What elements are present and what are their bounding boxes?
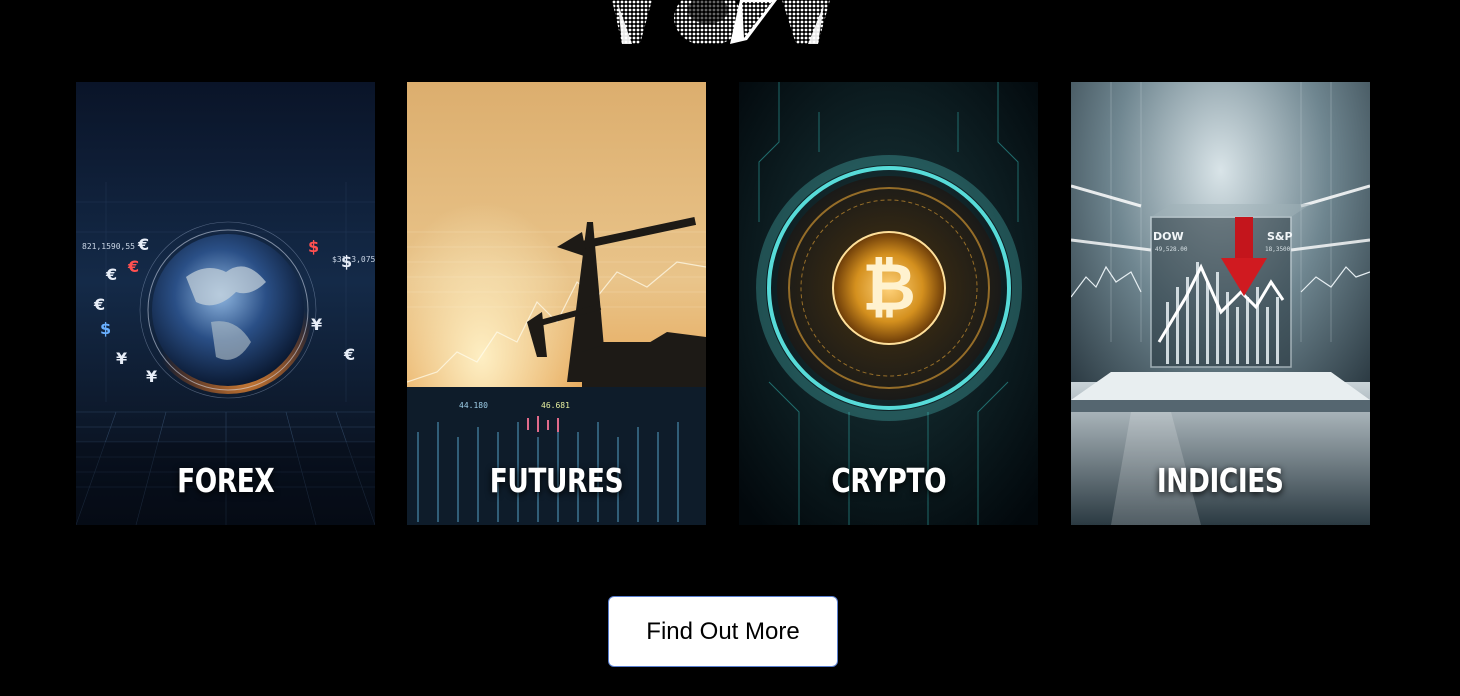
bitcoin-image: ₿ (739, 82, 1038, 525)
svg-text:$: $ (100, 319, 111, 338)
card-crypto[interactable]: ₿ CRYPTO (739, 82, 1038, 525)
svg-text:€: € (105, 265, 117, 284)
svg-text:49,528.00: 49,528.00 (1155, 246, 1188, 253)
svg-text:¥: ¥ (311, 315, 322, 334)
find-out-more-button[interactable]: Find Out More (608, 596, 838, 667)
svg-text:€: € (93, 295, 105, 314)
card-forex[interactable]: € € € $ € ¥ $ € ¥ ¥ $ 821,1590,55 $31,3,075 FOR… (76, 82, 375, 525)
svg-text:€: € (137, 235, 149, 254)
oil-pump-image: 44.180 46.681 (407, 82, 706, 525)
svg-text:€: € (343, 345, 355, 364)
svg-text:DOW: DOW (1153, 230, 1184, 243)
svg-text:¥: ¥ (116, 349, 127, 368)
svg-text:821,1590,55: 821,1590,55 (82, 242, 135, 251)
card-title: CRYPTO (831, 460, 946, 500)
svg-text:18,3500: 18,3500 (1265, 246, 1291, 253)
card-indicies[interactable]: DOW S&P 49,528.00 18,3500 INDICIES (1071, 82, 1370, 525)
index-chart-image: DOW S&P 49,528.00 18,3500 (1071, 82, 1370, 525)
svg-text:S&P: S&P (1267, 230, 1293, 243)
card-title: FOREX (176, 460, 275, 500)
svg-text:¥: ¥ (146, 367, 157, 386)
card-title-wrap: CRYPTO (739, 460, 1038, 500)
card-title: INDICIES (1157, 460, 1284, 500)
card-futures[interactable]: 44.180 46.681 FUTURES (407, 82, 706, 525)
card-title: FUTURES (489, 460, 624, 500)
card-title-wrap: FUTURES (407, 460, 706, 500)
svg-text:$: $ (308, 237, 319, 256)
brand-logo (612, 0, 830, 44)
globe-currency-image: €€€ $€¥ $€ ¥¥$ 821,1590,55 $31,3,075 (76, 82, 375, 525)
card-title-wrap: INDICIES (1071, 460, 1370, 500)
svg-text:44.180: 44.180 (459, 401, 488, 410)
svg-text:46.681: 46.681 (541, 401, 570, 410)
page: € € € $ € ¥ $ € ¥ ¥ $ 821,1590,55 $31,3,075 FOR… (0, 0, 1460, 696)
svg-text:€: € (127, 257, 139, 276)
svg-text:₿: ₿ (862, 249, 916, 326)
svg-text:$31,3,075: $31,3,075 (332, 255, 375, 264)
card-title-wrap: FOREX (76, 460, 375, 500)
